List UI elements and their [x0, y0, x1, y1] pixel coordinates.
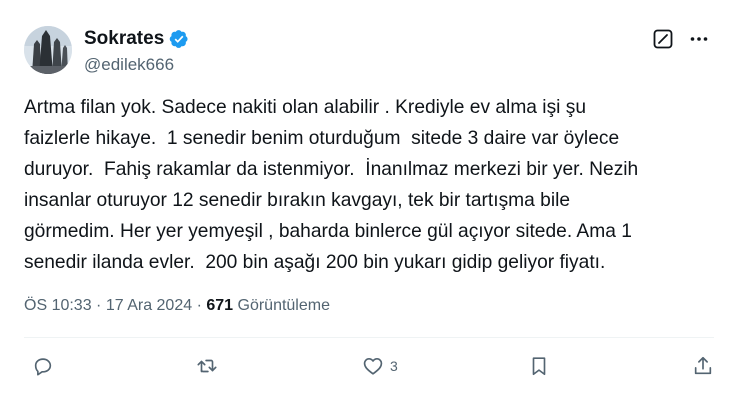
tweet-date[interactable]: 17 Ara 2024: [106, 297, 192, 315]
display-name[interactable]: Sokrates: [84, 28, 164, 50]
share-icon: [694, 356, 712, 375]
tweet-top-actions: [652, 28, 710, 50]
grok-icon[interactable]: [652, 28, 674, 50]
tweet-meta: ÖS 10:33 · 17 Ara 2024 · 671 Görüntüleme: [24, 297, 330, 315]
like-button[interactable]: 3: [362, 355, 398, 377]
like-count: 3: [390, 358, 398, 374]
avatar-image: [24, 26, 72, 74]
tweet-time[interactable]: ÖS 10:33: [24, 297, 92, 315]
more-icon[interactable]: [688, 28, 710, 50]
retweet-button[interactable]: [196, 355, 224, 377]
divider: [24, 337, 714, 338]
verified-badge-icon[interactable]: [169, 29, 189, 49]
retweet-icon: [197, 359, 217, 373]
views-label: Görüntüleme: [233, 297, 330, 314]
tweet-text: Artma filan yok. Sadece nakiti olan alab…: [24, 97, 639, 273]
avatar[interactable]: [24, 26, 72, 74]
reply-icon: [34, 358, 52, 376]
meta-separator: ·: [91, 297, 106, 314]
author-handle[interactable]: @edilek666: [84, 55, 174, 75]
tweet-actions: 3: [24, 355, 714, 389]
bookmark-icon: [532, 357, 546, 376]
share-button[interactable]: [692, 355, 714, 377]
reply-button[interactable]: [32, 355, 60, 377]
author-name-row: Sokrates: [84, 28, 189, 50]
tweet-card: Sokrates @edilek666 Artma filan yok. Sad…: [0, 0, 730, 420]
views-count: 671: [206, 297, 234, 314]
like-icon: [363, 358, 383, 375]
bookmark-button[interactable]: [528, 355, 550, 377]
meta-separator-2: ·: [192, 297, 207, 314]
